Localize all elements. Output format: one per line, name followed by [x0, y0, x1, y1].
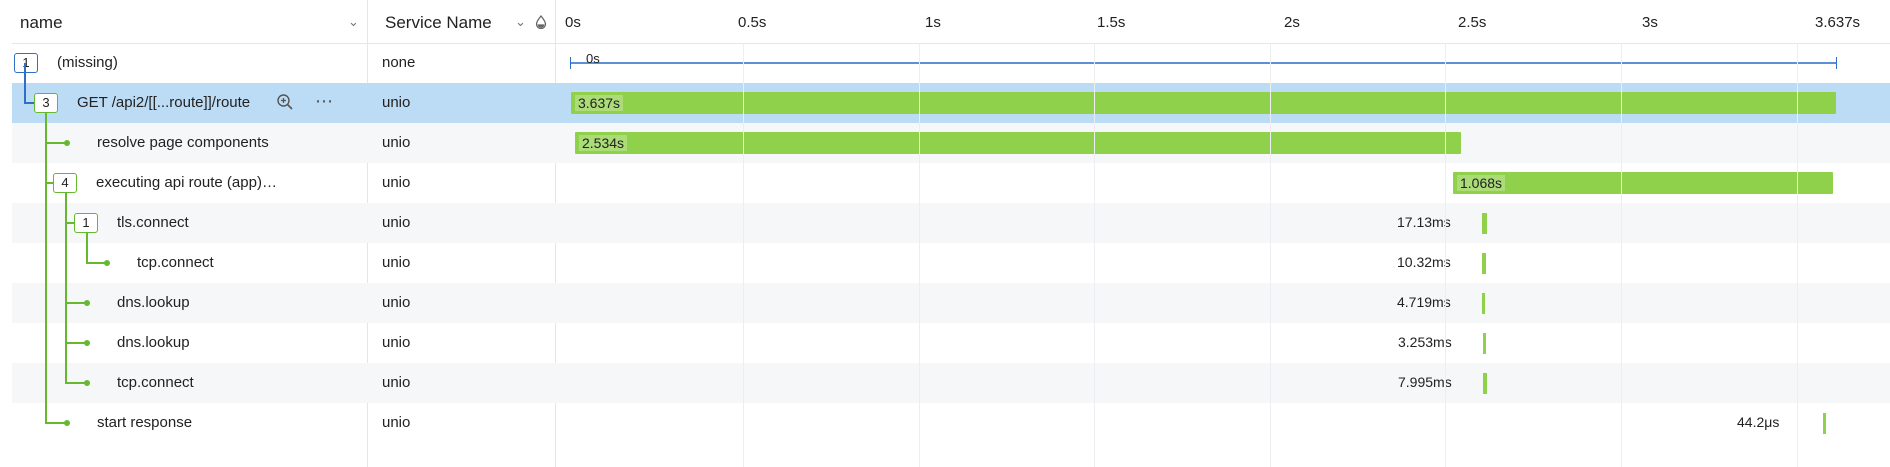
span-row-executing-api-route[interactable]: 4 executing api route (app)… unio 1.068s	[12, 163, 1890, 203]
span-name: GET /api2/[[...route]]/route	[77, 94, 251, 111]
span-name: dns.lookup	[117, 334, 190, 351]
timeline-gridline	[1094, 43, 1095, 467]
span-leaf-dot	[84, 380, 90, 386]
tree-connector-line	[65, 222, 74, 224]
span-leaf-dot	[84, 340, 90, 346]
tree-connector-line	[45, 182, 53, 184]
span-name: tcp.connect	[137, 254, 214, 271]
tree-connector-line	[45, 113, 47, 423]
child-count-badge[interactable]: 1	[74, 213, 98, 233]
timeline-gridline	[919, 43, 920, 467]
timeline-gridline	[1270, 43, 1271, 467]
span-row-start-response[interactable]: start response unio 44.2μs	[12, 403, 1890, 443]
span-name: tls.connect	[117, 214, 189, 231]
span-leaf-dot	[84, 300, 90, 306]
span-bar[interactable]: 2.534s	[575, 132, 1461, 154]
more-horizontal-icon[interactable]: ⋯	[315, 91, 333, 112]
tree-connector-line	[24, 102, 34, 104]
timeline-tick-label: 0.5s	[738, 14, 767, 31]
tree-connector-line	[24, 63, 26, 103]
span-leaf-dot	[64, 420, 70, 426]
service-name: unio	[382, 414, 411, 431]
water-drop-icon[interactable]	[535, 14, 547, 34]
timeline-tick-label: 1.5s	[1097, 14, 1126, 31]
span-duration-label: 17.13ms	[1397, 214, 1451, 230]
span-name: start response	[97, 414, 193, 431]
service-name: unio	[382, 374, 411, 391]
service-name: unio	[382, 254, 411, 271]
span-duration-label: 10.32ms	[1397, 254, 1451, 270]
span-bar[interactable]: 1.068s	[1453, 172, 1833, 194]
span-duration-label: 1.068s	[1457, 175, 1506, 191]
span-bar[interactable]	[1483, 373, 1487, 394]
span-bar[interactable]	[1482, 293, 1485, 314]
span-bar[interactable]: 3.637s	[571, 92, 1836, 114]
tree-connector-line	[86, 233, 88, 263]
table-header: name ⌄ Service Name ⌄	[12, 0, 1890, 44]
service-name: unio	[382, 174, 411, 191]
span-duration-label: 4.719ms	[1397, 294, 1451, 310]
chevron-down-icon[interactable]: ⌄	[348, 14, 359, 30]
timeline-tick-label: 2s	[1284, 14, 1300, 31]
service-name: none	[382, 54, 416, 71]
timeline-tick-label: 0s	[565, 14, 581, 31]
span-end-tick	[1836, 57, 1837, 69]
service-name: unio	[382, 334, 411, 351]
name-column-header[interactable]: name	[20, 13, 63, 33]
zoom-in-icon[interactable]	[276, 93, 294, 116]
child-count-badge[interactable]: 4	[53, 173, 77, 193]
child-count-badge[interactable]: 3	[34, 93, 58, 113]
span-duration-label: 7.995ms	[1398, 374, 1452, 390]
span-name: tcp.connect	[117, 374, 194, 391]
span-duration-line[interactable]	[570, 62, 1836, 64]
span-duration-label: 3.253ms	[1398, 334, 1452, 350]
span-row-dns-lookup[interactable]: dns.lookup unio 4.719ms	[12, 283, 1890, 323]
span-duration-label: 2.534s	[579, 135, 628, 151]
span-leaf-dot	[64, 140, 70, 146]
timeline-tick-label: 3.637s	[1815, 14, 1861, 31]
span-duration-label: 44.2μs	[1737, 414, 1780, 430]
span-bar[interactable]	[1823, 413, 1826, 434]
service-name: unio	[382, 94, 411, 111]
trace-waterfall: name ⌄ Service Name ⌄ 0s 0.5s 1s 1.5s 2s…	[0, 0, 1890, 467]
service-name: unio	[382, 214, 411, 231]
span-duration-label: 3.637s	[575, 95, 624, 111]
span-bar[interactable]	[1482, 253, 1486, 274]
span-bar[interactable]	[1482, 213, 1487, 234]
span-name: dns.lookup	[117, 294, 190, 311]
timeline-gridline	[1445, 43, 1446, 467]
span-name: resolve page components	[97, 134, 269, 151]
span-row-dns-lookup[interactable]: dns.lookup unio 3.253ms	[12, 323, 1890, 363]
span-duration-label: 0s	[586, 51, 600, 66]
span-row-tls-connect[interactable]: 1 tls.connect unio 17.13ms	[12, 203, 1890, 243]
span-name: executing api route (app)…	[96, 174, 277, 191]
span-row-tcp-connect[interactable]: tcp.connect unio 10.32ms	[12, 243, 1890, 283]
span-bar[interactable]	[1483, 333, 1486, 354]
timeline-gridline	[1621, 43, 1622, 467]
timeline-tick-label: 3s	[1642, 14, 1658, 31]
timeline-tick-label: 2.5s	[1458, 14, 1487, 31]
chevron-down-icon[interactable]: ⌄	[515, 14, 526, 30]
span-row-tcp-connect[interactable]: tcp.connect unio 7.995ms	[12, 363, 1890, 403]
service-name: unio	[382, 134, 411, 151]
timeline-tick-label: 1s	[925, 14, 941, 31]
child-count-badge[interactable]: 1	[14, 53, 38, 73]
timeline-gridline	[743, 43, 744, 467]
span-row-resolve-page-components[interactable]: resolve page components unio 2.534s	[12, 123, 1890, 163]
service-name: unio	[382, 294, 411, 311]
service-name-column-header[interactable]: Service Name	[385, 13, 492, 33]
span-start-tick	[570, 57, 571, 69]
span-row-get-route[interactable]: 3 GET /api2/[[...route]]/route ⋯ unio 3.…	[12, 83, 1890, 123]
span-leaf-dot	[104, 260, 110, 266]
timeline-gridline	[1797, 43, 1798, 467]
span-row-missing[interactable]: 1 (missing) none 0s	[12, 43, 1890, 83]
span-name: (missing)	[57, 54, 118, 71]
